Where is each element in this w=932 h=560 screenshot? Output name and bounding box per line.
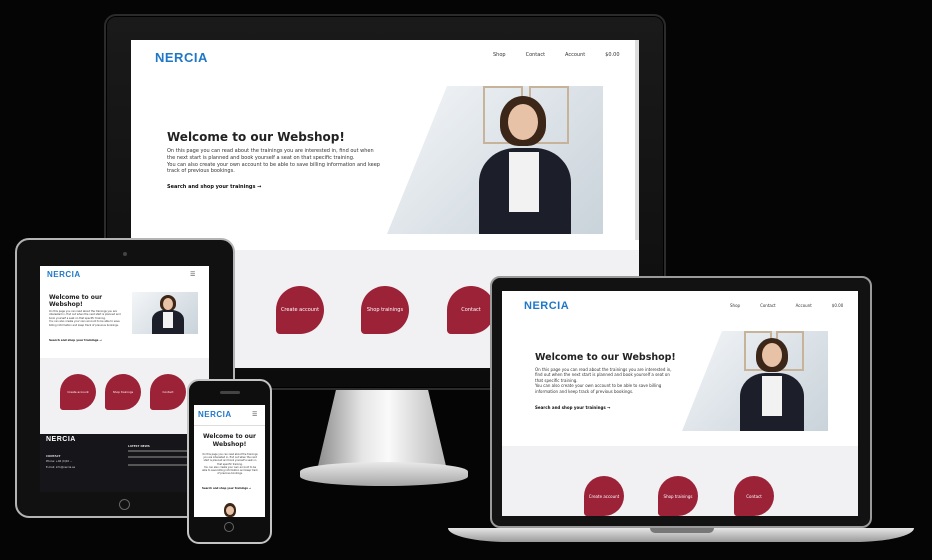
tablet-screen: NERCIA ☰ Welcome to our Webshop! On this… [40,266,209,492]
hero-title: Welcome to our Webshop! [202,433,257,448]
monitor-stand [318,390,446,466]
main-nav: Shop Contact Account $0.00 [493,52,620,58]
footer-phone: Phone: +46 (0)10 ... [46,460,73,463]
nav-shop[interactable]: Shop [493,52,506,58]
hero-text-1: On this page you can read about the trai… [202,453,258,466]
site-logo[interactable]: NERCIA [524,300,569,312]
phone-speaker [220,391,240,394]
phone-screen: NERCIA ☰ Welcome to our Webshop! On this… [194,405,265,517]
nav-cart[interactable]: $0.00 [832,303,843,308]
tablet-home-button[interactable] [119,499,130,510]
laptop-notch [650,528,714,533]
footer-logo: NERCIA [46,436,76,443]
shop-trainings-button[interactable]: Shop trainings [361,286,409,334]
laptop-screen: NERCIA Shop Contact Account $0.00 Welcom… [502,291,858,516]
site-logo[interactable]: NERCIA [47,270,81,279]
hero-text: On this page you can read about the trai… [202,453,258,485]
hero-text-1: On this page you can read about the trai… [49,310,121,320]
footer-news-line [128,456,194,458]
nav-account[interactable]: Account [565,52,585,58]
contact-button[interactable]: Contact [734,476,774,516]
hero-title: Welcome to our Webshop! [167,130,345,144]
hero-cta-link[interactable]: Search and shop your trainings → [49,338,102,342]
nav-cart[interactable]: $0.00 [605,52,619,58]
monitor-stand-base [300,462,468,486]
hero-photo [132,292,198,334]
hero-cta-link[interactable]: Search and shop your trainings → [167,184,261,190]
footer-contact-heading: CONTACT [46,454,61,458]
tablet-camera [123,252,127,256]
main-nav: Shop Contact Account $0.00 [730,303,843,308]
scrollbar[interactable] [635,40,639,240]
nav-shop[interactable]: Shop [730,303,740,308]
hero-text: On this page you can read about the trai… [167,148,381,175]
nav-contact[interactable]: Contact [526,52,545,58]
hero-title: Welcome to our Webshop! [49,294,103,309]
create-account-button[interactable]: Create account [584,476,624,516]
hero-text: On this page you can read about the trai… [49,310,125,336]
hero-text-2: You can also create your own account to … [49,320,120,327]
hero-text-1: On this page you can read about the trai… [167,148,374,161]
phone-home-button[interactable] [224,522,234,532]
hero-text-2: You can also create your own account to … [167,161,380,175]
contact-button[interactable]: Contact [150,374,186,410]
hero-photo [216,497,244,517]
contact-button[interactable]: Contact [447,286,495,334]
hero-text: On this page you can read about the trai… [535,367,675,394]
footer-news-heading: LATEST NEWS [128,444,150,448]
shop-trainings-button[interactable]: Shop trainings [105,374,141,410]
hero-photo [387,86,603,234]
hero-photo [682,331,828,431]
hamburger-menu-icon[interactable]: ☰ [252,411,257,418]
nav-account[interactable]: Account [796,303,812,308]
create-account-button[interactable]: Create account [60,374,96,410]
hero-text-2: You can also create your own account to … [202,465,258,476]
hero-cta-link[interactable]: Search and shop your trainings → [202,487,251,490]
header-divider [194,425,265,426]
site-logo[interactable]: NERCIA [198,410,232,419]
shop-trainings-button[interactable]: Shop trainings [658,476,698,516]
create-account-button[interactable]: Create account [276,286,324,334]
hero-title: Welcome to our Webshop! [535,352,676,363]
hero-text-1: On this page you can read about the trai… [535,367,672,383]
hero-cta-link[interactable]: Search and shop your trainings → [535,405,611,410]
hamburger-menu-icon[interactable]: ☰ [190,271,195,278]
footer-email[interactable]: E-mail: info@nercia.se [46,466,75,469]
hero-text-2: You can also create your own account to … [535,383,662,394]
site-footer: NERCIA CONTACT Phone: +46 (0)10 ... E-ma… [40,434,209,492]
nav-contact[interactable]: Contact [760,303,776,308]
site-logo[interactable]: NERCIA [155,50,208,65]
